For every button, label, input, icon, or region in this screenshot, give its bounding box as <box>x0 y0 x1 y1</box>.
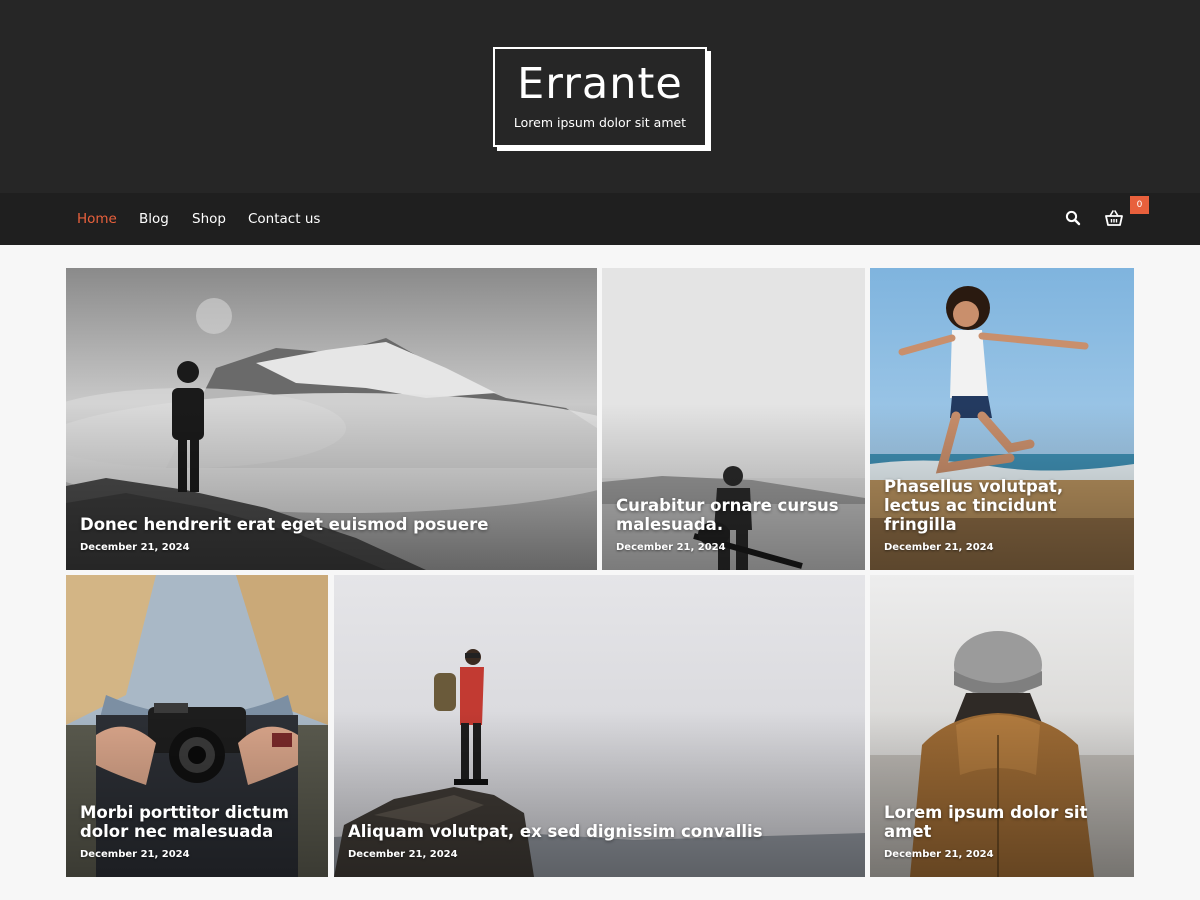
nav-item-blog[interactable]: Blog <box>139 210 169 228</box>
main-navigation: Home Blog Shop Contact us <box>0 193 1200 245</box>
post-title[interactable]: Morbi porttitor dictum dolor nec malesua… <box>80 803 314 841</box>
search-icon[interactable] <box>1065 209 1081 231</box>
cart-count-badge: 0 <box>1130 196 1149 214</box>
post-card[interactable]: Phasellus volutpat, lectus ac tincidunt … <box>870 268 1134 570</box>
nav-item-home[interactable]: Home <box>77 210 117 228</box>
post-card[interactable]: Morbi porttitor dictum dolor nec malesua… <box>66 575 328 877</box>
nav-item-shop[interactable]: Shop <box>192 210 226 228</box>
post-title[interactable]: Aliquam volutpat, ex sed dignissim conva… <box>348 822 851 841</box>
post-title[interactable]: Curabitur ornare cursus malesuada. <box>616 496 851 534</box>
post-date[interactable]: December 21, 2024 <box>884 541 1120 554</box>
site-title[interactable]: Errante <box>495 59 705 109</box>
post-date[interactable]: December 21, 2024 <box>616 541 851 554</box>
basket-icon[interactable] <box>1105 209 1123 231</box>
nav-item-contact[interactable]: Contact us <box>248 210 320 228</box>
post-card[interactable]: Aliquam volutpat, ex sed dignissim conva… <box>334 575 865 877</box>
post-date[interactable]: December 21, 2024 <box>884 848 1120 861</box>
post-card[interactable]: Curabitur ornare cursus malesuada. Decem… <box>602 268 865 570</box>
site-tagline: Lorem ipsum dolor sit amet <box>513 115 687 130</box>
post-date[interactable]: December 21, 2024 <box>348 848 851 861</box>
site-logo[interactable]: Errante Lorem ipsum dolor sit amet <box>493 47 707 147</box>
post-date[interactable]: December 21, 2024 <box>80 848 314 861</box>
post-title[interactable]: Donec hendrerit erat eget euismod posuer… <box>80 515 583 534</box>
site-header: Errante Lorem ipsum dolor sit amet <box>0 0 1200 193</box>
post-date[interactable]: December 21, 2024 <box>80 541 583 554</box>
post-title[interactable]: Lorem ipsum dolor sit amet <box>884 803 1120 841</box>
post-card[interactable]: Lorem ipsum dolor sit amet December 21, … <box>870 575 1134 877</box>
post-card[interactable]: Donec hendrerit erat eget euismod posuer… <box>66 268 597 570</box>
post-title[interactable]: Phasellus volutpat, lectus ac tincidunt … <box>884 477 1120 534</box>
